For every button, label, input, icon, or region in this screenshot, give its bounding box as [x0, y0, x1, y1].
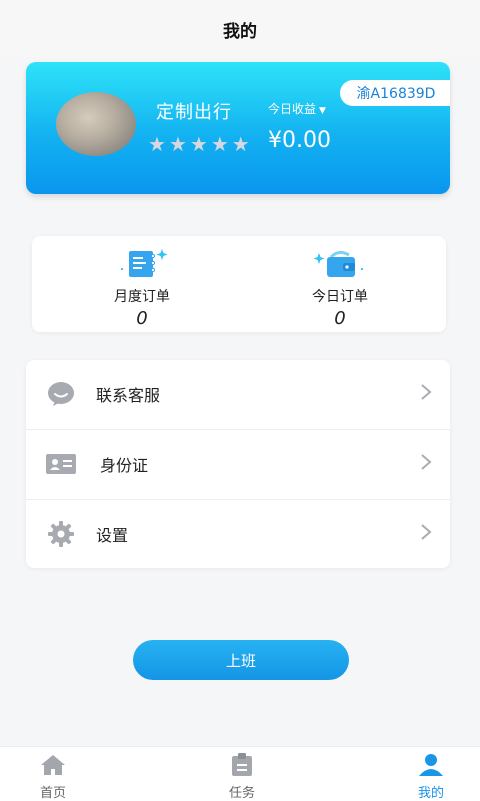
order-stats-card: 月度订单 0 今日订单 0 [32, 236, 446, 332]
star-icon: ★ [231, 132, 250, 156]
top-bar: 我的 [0, 0, 480, 58]
earnings-amount: ¥0.00 [268, 128, 331, 153]
gear-icon [46, 519, 76, 549]
today-earnings-toggle[interactable]: 今日收益 ▼ [268, 100, 326, 117]
start-shift-button[interactable]: 上班 [133, 640, 349, 680]
star-icon: ★ [189, 132, 208, 156]
star-icon: ★ [210, 132, 229, 156]
company-name: 定制出行 [156, 102, 232, 123]
menu-item-customer-service[interactable]: 联系客服 [26, 360, 450, 428]
wallet-icon [260, 246, 420, 280]
chat-bubble-icon [46, 379, 76, 409]
menu-item-settings[interactable]: 设置 [26, 500, 450, 568]
tab-label: 任务 [228, 786, 255, 801]
settings-menu: 联系客服 身份证 设置 [26, 360, 450, 568]
clipboard-icon [202, 753, 282, 777]
license-plate-text: 渝A16839D [356, 86, 436, 102]
rating-stars: ★ ★ ★ ★ ★ [148, 134, 250, 154]
chevron-right-icon [420, 452, 432, 476]
tab-label: 首页 [39, 786, 66, 801]
chevron-down-icon: ▼ [319, 106, 326, 116]
menu-label: 身份证 [100, 456, 149, 475]
avatar[interactable] [56, 92, 136, 156]
today-orders-stat[interactable]: 今日订单 0 [260, 246, 420, 329]
profile-card: 定制出行 今日收益 ▼ 渝A16839D ★ ★ ★ ★ ★ ¥0.00 [26, 62, 450, 194]
menu-label: 设置 [96, 526, 129, 545]
page-title: 我的 [223, 21, 257, 42]
license-plate-badge: 渝A16839D [340, 80, 450, 106]
menu-label: 联系客服 [96, 386, 161, 405]
today-earnings-label: 今日收益 [268, 102, 317, 116]
monthly-orders-value: 0 [136, 308, 148, 329]
chevron-right-icon [420, 382, 432, 406]
tab-mine[interactable]: 我的 [391, 753, 471, 801]
star-icon: ★ [148, 132, 166, 156]
tab-label: 我的 [417, 786, 444, 801]
star-icon: ★ [168, 132, 187, 156]
today-orders-value: 0 [334, 308, 346, 329]
user-icon [391, 753, 471, 777]
chevron-right-icon [420, 522, 432, 546]
monthly-orders-label: 月度订单 [114, 289, 170, 305]
calendar-icon [62, 246, 222, 280]
monthly-orders-stat[interactable]: 月度订单 0 [62, 246, 222, 329]
id-card-icon [46, 449, 76, 479]
menu-item-id-card[interactable]: 身份证 [26, 430, 450, 498]
today-orders-label: 今日订单 [312, 289, 368, 305]
home-icon [13, 753, 93, 777]
tab-tasks[interactable]: 任务 [202, 753, 282, 801]
bottom-tab-bar: 首页 任务 我的 [0, 746, 480, 801]
tab-home[interactable]: 首页 [13, 753, 93, 801]
